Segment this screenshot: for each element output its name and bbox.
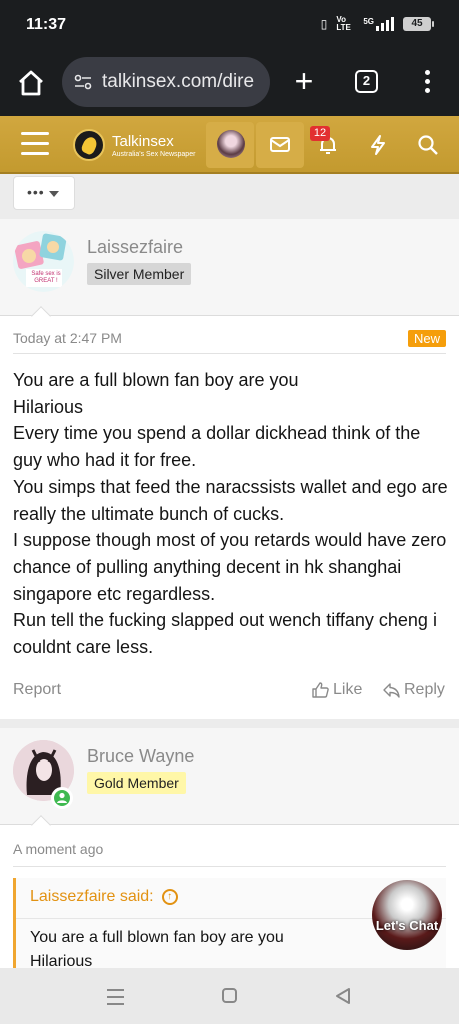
hamburger-menu-icon[interactable] [21,132,49,156]
post-line: I suppose though most of you retards wou… [13,530,447,604]
site-logo[interactable] [73,129,105,161]
search-button[interactable] [404,122,452,168]
status-bar: 11:37 ▯ Vo LTE 5G 45 [0,0,459,52]
more-options-button[interactable]: ••• [13,176,75,210]
post-laissezfaire: Safe sex is GREAT ! Laissezfaire Silver … [0,219,459,719]
volte-label: Vo LTE [336,15,351,32]
home-icon[interactable] [16,68,46,98]
post-line: You simps that feed the naracssists wall… [13,476,448,524]
battery-icon: 45 [403,17,434,31]
url-text: talkinsex.com/dire [102,71,255,92]
post-line: You are a full blown fan boy are you [13,370,299,390]
post-user-block: Bruce Wayne Gold Member [0,728,459,835]
thumbs-up-icon [312,682,329,698]
thread-content: ••• Safe sex is GREAT ! Laissezfaire Sil… [0,174,459,968]
post-author[interactable]: Laissezfaire [87,237,183,258]
new-tab-icon[interactable]: + [290,65,318,97]
post-line: Every time you spend a dollar dickhead t… [13,423,421,471]
home-nav-icon[interactable] [222,988,237,1003]
back-icon[interactable] [334,986,352,1006]
quote-author: Laissezfaire said: [30,888,154,905]
quote-header[interactable]: Laissezfaire said: ↑ [30,888,178,906]
system-nav-bar [0,968,459,1024]
avatar-caption: Safe sex is GREAT ! [31,271,61,284]
browser-toolbar: talkinsex.com/dire + 2 [0,52,459,116]
quote-text: You are a full blown fan boy are you Hil… [30,929,284,968]
avatar [217,130,245,158]
chevron-down-icon [49,191,59,197]
reply-arrow-icon [383,682,400,698]
notification-count-badge: 12 [310,126,330,141]
tab-switcher-button[interactable]: 2 [355,70,378,93]
chat-label: Let's Chat [375,918,439,933]
vibrate-icon: ▯ [320,17,328,31]
site-name[interactable]: Talkinsex [112,133,174,150]
like-button[interactable]: Like [312,681,362,699]
browser-menu-icon[interactable] [420,68,434,96]
post-timestamp[interactable]: Today at 2:47 PM [13,330,122,346]
post-line: Run tell the fucking slapped out wench t… [13,610,437,658]
arrow-up-circle-icon[interactable]: ↑ [161,889,178,905]
user-role-badge: Gold Member [87,772,186,794]
live-chat-button[interactable]: Let's Chat [372,880,442,950]
post-line: Hilarious [13,396,84,417]
online-status-icon [51,787,73,809]
envelope-icon [270,137,290,152]
report-link[interactable]: Report [13,681,61,699]
signal-icon: 5G [363,17,394,31]
whats-new-button[interactable] [354,122,402,168]
reply-label: Reply [404,681,445,698]
post-timestamp[interactable]: A moment ago [13,841,103,857]
recent-apps-icon[interactable] [107,989,124,1010]
site-tagline: Australia's Sex Newspaper [112,151,196,158]
post-body: You are a full blown fan boy are you Hil… [13,367,453,661]
site-settings-icon[interactable] [74,74,92,90]
new-badge: New [408,330,447,347]
like-label: Like [333,681,363,698]
status-icons: ▯ Vo LTE 5G 45 [320,15,434,32]
search-icon [418,135,438,155]
status-time: 11:37 [26,16,67,33]
ellipsis-icon: ••• [27,184,45,200]
reply-button[interactable]: Reply [383,681,445,699]
user-role-badge: Silver Member [87,263,192,285]
address-bar[interactable]: talkinsex.com/dire [62,57,270,107]
lightning-icon [371,135,385,155]
site-header: Talkinsex Australia's Sex Newspaper 12 [0,116,459,174]
post-user-block: Safe sex is GREAT ! Laissezfaire Silver … [0,219,459,326]
inbox-button[interactable] [256,122,304,168]
post-author[interactable]: Bruce Wayne [87,746,194,767]
avatar[interactable]: Safe sex is GREAT ! [13,231,74,292]
account-avatar-button[interactable] [206,122,254,168]
